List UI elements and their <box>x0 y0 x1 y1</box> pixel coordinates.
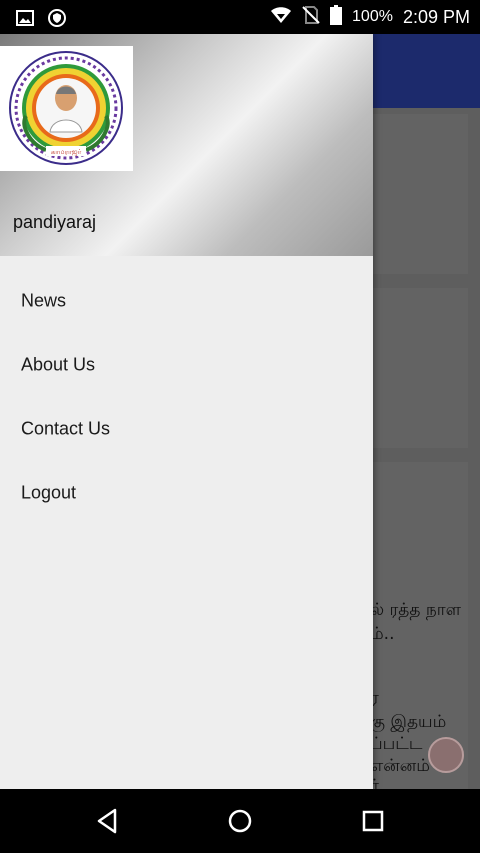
menu-item-label: About Us <box>21 354 96 375</box>
menu-item-about-us[interactable]: About Us <box>0 332 373 396</box>
kamarajar-logo: காமராஜர் <box>0 46 133 171</box>
menu-item-label: Contact Us <box>21 418 111 439</box>
recents-icon[interactable] <box>353 803 393 839</box>
back-icon[interactable] <box>87 803 127 839</box>
menu-item-label: Logout <box>21 482 77 503</box>
battery-icon <box>330 4 343 30</box>
image-icon <box>16 10 34 31</box>
news-snippet: கு இதயம் <box>370 712 447 732</box>
status-bar: 100% 2:09 PM <box>0 0 480 34</box>
menu-item-news[interactable]: News <box>0 268 373 332</box>
svg-text:காமராஜர்: காமராஜர் <box>51 148 82 157</box>
battery-percent: 100% <box>352 8 393 25</box>
news-snippet: என்னம் <box>370 756 430 776</box>
no-sim-icon <box>302 5 320 29</box>
drawer-header: காமராஜர் pandiyaraj <box>0 34 373 256</box>
news-snippet: ம்.. <box>370 624 395 644</box>
wifi-icon <box>270 6 292 29</box>
news-snippet: ப்பட்ட <box>370 734 423 754</box>
navigation-drawer: காமராஜர் pandiyaraj News About Us Contac… <box>0 34 373 789</box>
menu-item-logout[interactable]: Logout <box>0 460 373 524</box>
system-nav-bar <box>0 789 480 853</box>
menu-item-label: News <box>21 290 67 311</box>
header-username: pandiyaraj <box>13 212 97 232</box>
clock: 2:09 PM <box>402 6 470 27</box>
shield-icon <box>48 9 66 32</box>
news-snippet: ல் ரத்த நாள <box>370 600 461 620</box>
floating-logo-button[interactable] <box>428 737 464 773</box>
menu-item-contact-us[interactable]: Contact Us <box>0 396 373 460</box>
home-icon[interactable] <box>220 803 260 839</box>
